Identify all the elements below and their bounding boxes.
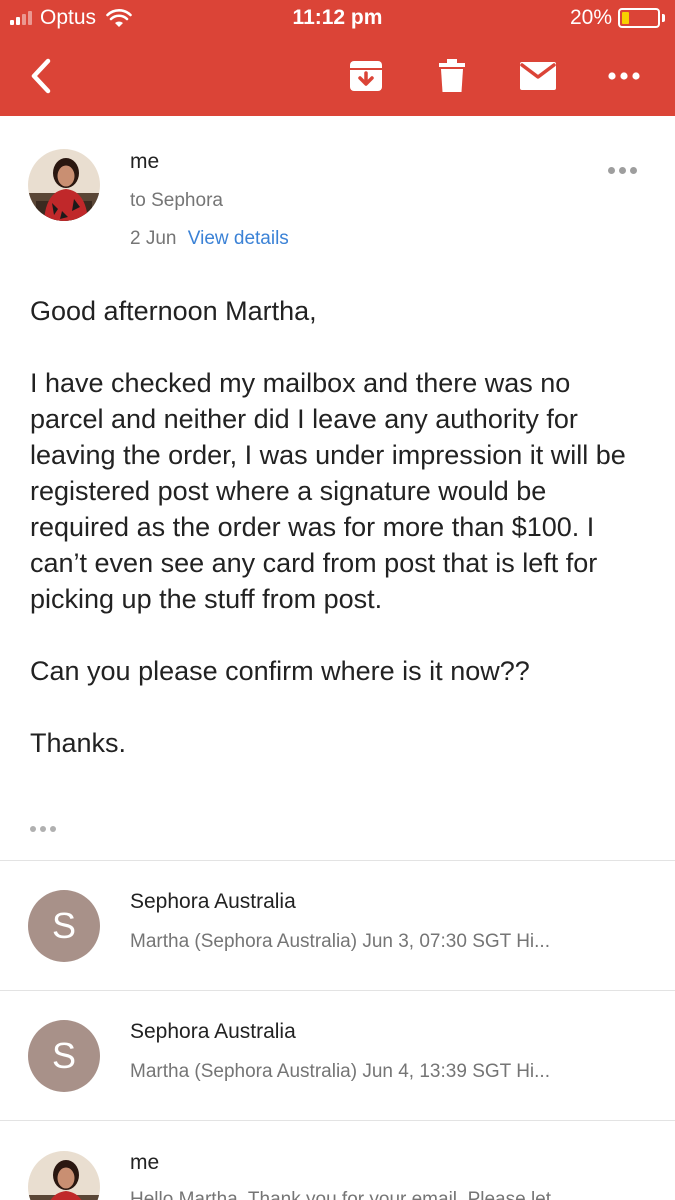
body-paragraph: I have checked my mailbox and there was …: [30, 368, 626, 614]
profile-photo: [28, 149, 100, 221]
mail-icon: [520, 62, 556, 90]
collapsed-message[interactable]: S Sephora Australia Martha (Sephora Aust…: [0, 861, 675, 991]
status-bar: Optus 11:12 pm 20%: [0, 0, 675, 38]
collapsed-sender-name: Sephora Australia: [130, 1020, 296, 1043]
delete-button[interactable]: [430, 54, 474, 98]
back-button[interactable]: [20, 54, 64, 98]
back-arrow-icon: [31, 58, 51, 94]
show-trimmed-content-button[interactable]: [30, 820, 66, 838]
trash-icon: [439, 59, 465, 92]
sender-name: me: [130, 150, 160, 173]
recipient-line: to Sephora: [130, 190, 223, 211]
message-toolbar: [0, 38, 675, 116]
battery-icon: [618, 8, 660, 28]
avatar: S: [28, 1020, 100, 1092]
app-header: Optus 11:12 pm 20%: [0, 0, 675, 116]
collapsed-snippet: Martha (Sephora Australia) Jun 3, 07:30 …: [130, 931, 550, 952]
message-meta: 2 Jun View details: [130, 228, 289, 250]
archive-icon: [350, 61, 382, 91]
greeting-paragraph: Good afternoon Martha,: [30, 296, 317, 326]
more-horizontal-icon: [608, 160, 644, 180]
view-details-link[interactable]: View details: [188, 228, 289, 249]
battery-indicator: 20%: [570, 6, 665, 30]
ellipsis-icon: [30, 820, 66, 838]
collapsed-message[interactable]: me Hello Martha, Thank you for your emai…: [0, 1121, 675, 1200]
message-more-button[interactable]: [608, 160, 644, 180]
battery-percent: 20%: [569, 6, 612, 29]
battery-tip: [662, 14, 665, 22]
collapsed-snippet: Martha (Sephora Australia) Jun 4, 13:39 …: [130, 1061, 550, 1082]
collapsed-snippet: Hello Martha, Thank you for your email. …: [130, 1189, 552, 1200]
message-body: Good afternoon Martha, I have checked my…: [30, 293, 650, 761]
archive-button[interactable]: [344, 54, 388, 98]
more-options-button[interactable]: [602, 54, 646, 98]
collapsed-sender-name: me: [130, 1151, 160, 1174]
collapsed-sender-name: Sephora Australia: [130, 890, 296, 913]
avatar: [28, 1151, 100, 1200]
question-paragraph: Can you please confirm where is it now??: [30, 656, 530, 686]
profile-photo: [28, 1151, 100, 1200]
avatar[interactable]: [28, 149, 100, 221]
signoff-paragraph: Thanks.: [30, 728, 127, 758]
battery-fill: [622, 12, 629, 24]
more-horizontal-icon: [608, 72, 640, 80]
collapsed-message[interactable]: S Sephora Australia Martha (Sephora Aust…: [0, 991, 675, 1121]
message-date: 2 Jun: [130, 228, 177, 249]
mark-unread-button[interactable]: [516, 54, 560, 98]
avatar: S: [28, 890, 100, 962]
